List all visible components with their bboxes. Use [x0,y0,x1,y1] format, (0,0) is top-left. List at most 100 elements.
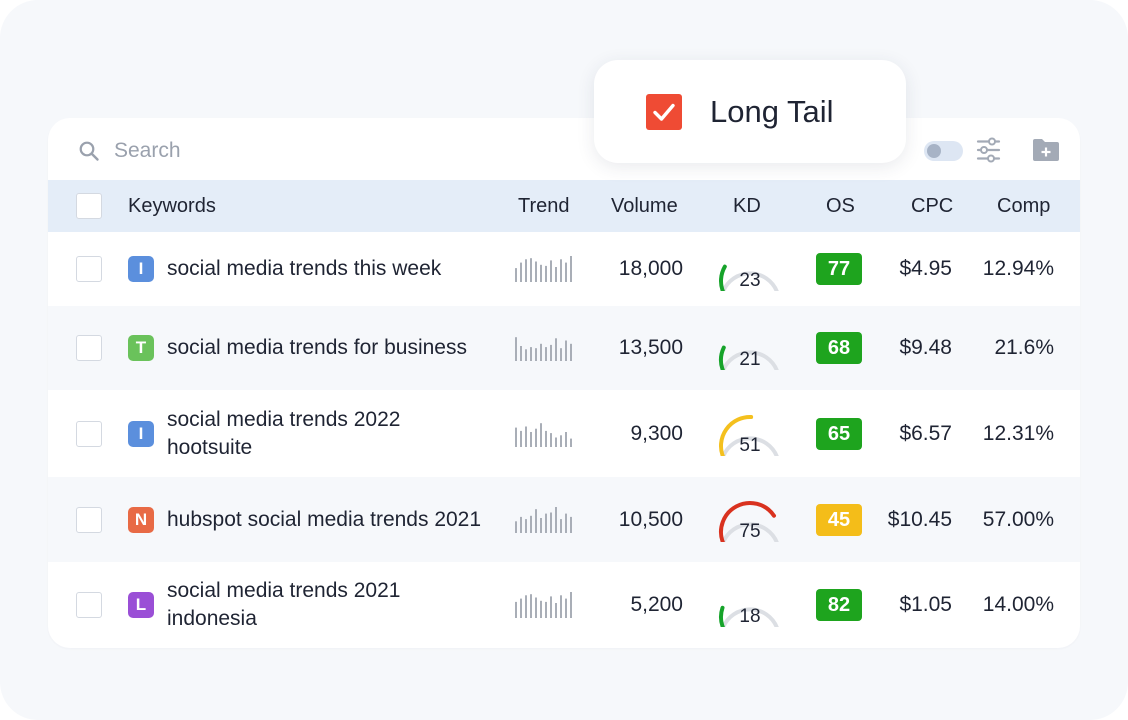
toolbar [48,118,1080,180]
header-kd[interactable]: KD [733,180,761,232]
trend-bar [525,518,527,533]
intent-badge: N [128,506,154,533]
keyword-text[interactable]: social media trends this week [167,255,487,283]
trend-bar [535,597,537,618]
trend-bar [550,596,552,618]
gauge-fill [719,345,726,370]
search-icon [79,141,99,161]
trend-bar [570,438,572,447]
trend-bar [545,513,547,533]
trend-bar [555,603,557,618]
long-tail-filter-popup[interactable]: Long Tail [594,60,906,163]
trend-sparkline [515,422,572,447]
volume-value: 10,500 [618,507,683,531]
trend-bar [520,262,522,282]
table-row[interactable]: Nhubspot social media trends 2021 10,500 7… [48,477,1080,562]
long-tail-label: Long Tail [710,94,834,129]
toggle-switch[interactable] [924,141,963,161]
trend-bar [560,595,562,618]
row-checkbox[interactable] [76,335,102,361]
volume-value: 5,200 [630,593,683,616]
trend-bar [560,259,562,282]
kd-value: 18 [739,606,760,627]
trend-bar [530,258,532,282]
keyword-text[interactable]: social media trends 2022 hootsuite [167,406,487,462]
select-all-checkbox[interactable] [76,193,102,219]
keyword-table-card: Keywords Trend Volume KD OS CPC Comp Iso… [48,118,1080,648]
trend-bar [525,349,527,361]
trend-bar [570,343,572,361]
intent-badge: I [128,256,154,282]
trend-bar [545,265,547,282]
table-row[interactable]: Isocial media trends 2022 hootsuite 9,300… [48,390,1080,477]
filter-sliders-icon[interactable] [976,137,1001,163]
long-tail-checkbox[interactable] [646,94,682,130]
row-checkbox[interactable] [76,592,102,618]
header-os[interactable]: OS [826,180,855,232]
row-checkbox[interactable] [76,256,102,282]
header-volume[interactable]: Volume [611,180,678,232]
intent-badge: I [128,420,154,447]
kd-value: 23 [739,270,760,291]
table-row[interactable]: Tsocial media trends for business 13,500 2… [48,306,1080,390]
trend-bar [525,426,527,447]
trend-bar [555,267,557,282]
trend-bar [560,518,562,533]
table-header: Keywords Trend Volume KD OS CPC Comp [48,180,1080,232]
kd-value: 51 [739,435,760,456]
kd-gauge: 18 [719,605,779,627]
trend-bar [565,340,567,361]
trend-bar [530,515,532,533]
header-comp[interactable]: Comp [997,180,1050,232]
trend-bar [540,343,542,361]
trend-bar [565,513,567,533]
kd-gauge: 23 [719,264,779,291]
trend-bar [555,437,557,447]
trend-bar [520,598,522,618]
volume-value: 13,500 [618,336,683,359]
kd-gauge: 75 [719,500,779,542]
comp-value: 12.31% [982,421,1054,445]
trend-bar [540,422,542,447]
keyword-text[interactable]: hubspot social media trends 2021 [167,506,487,534]
trend-bar [550,344,552,361]
os-score-badge: 68 [816,332,862,364]
row-checkbox[interactable] [76,420,102,447]
trend-bar [565,262,567,282]
trend-sparkline [515,506,572,533]
row-checkbox[interactable] [76,506,102,533]
trend-bar [520,430,522,447]
trend-bar [540,517,542,533]
intent-badge: T [128,335,154,361]
trend-bar [570,592,572,618]
cpc-value: $9.48 [899,336,952,359]
checkmark-icon [653,103,675,121]
trend-bar [535,428,537,447]
header-trend[interactable]: Trend [518,180,570,232]
header-cpc[interactable]: CPC [911,180,953,232]
trend-bar [565,431,567,447]
table-row[interactable]: Isocial media trends this week 18,000 23 77… [48,232,1080,306]
trend-bar [550,432,552,447]
trend-bar [540,600,542,618]
table-row[interactable]: Lsocial media trends 2021 indonesia 5,200… [48,562,1080,648]
trend-bar [515,601,517,618]
trend-bar [530,594,532,618]
header-keywords[interactable]: Keywords [128,180,216,232]
keyword-text[interactable]: social media trends 2021 indonesia [167,577,487,633]
trend-bar [520,346,522,361]
trend-bar [565,598,567,618]
trend-bar [555,338,557,361]
os-score-badge: 82 [816,589,862,621]
keyword-text[interactable]: social media trends for business [167,334,487,362]
search-input[interactable] [114,134,534,168]
trend-bar [515,337,517,361]
trend-sparkline [515,337,572,361]
trend-bar [545,601,547,618]
trend-bar [570,256,572,282]
comp-value: 21.6% [994,336,1054,359]
trend-bar [550,512,552,533]
trend-bar [520,516,522,533]
trend-bar [515,427,517,447]
add-to-folder-icon[interactable] [1032,138,1060,162]
